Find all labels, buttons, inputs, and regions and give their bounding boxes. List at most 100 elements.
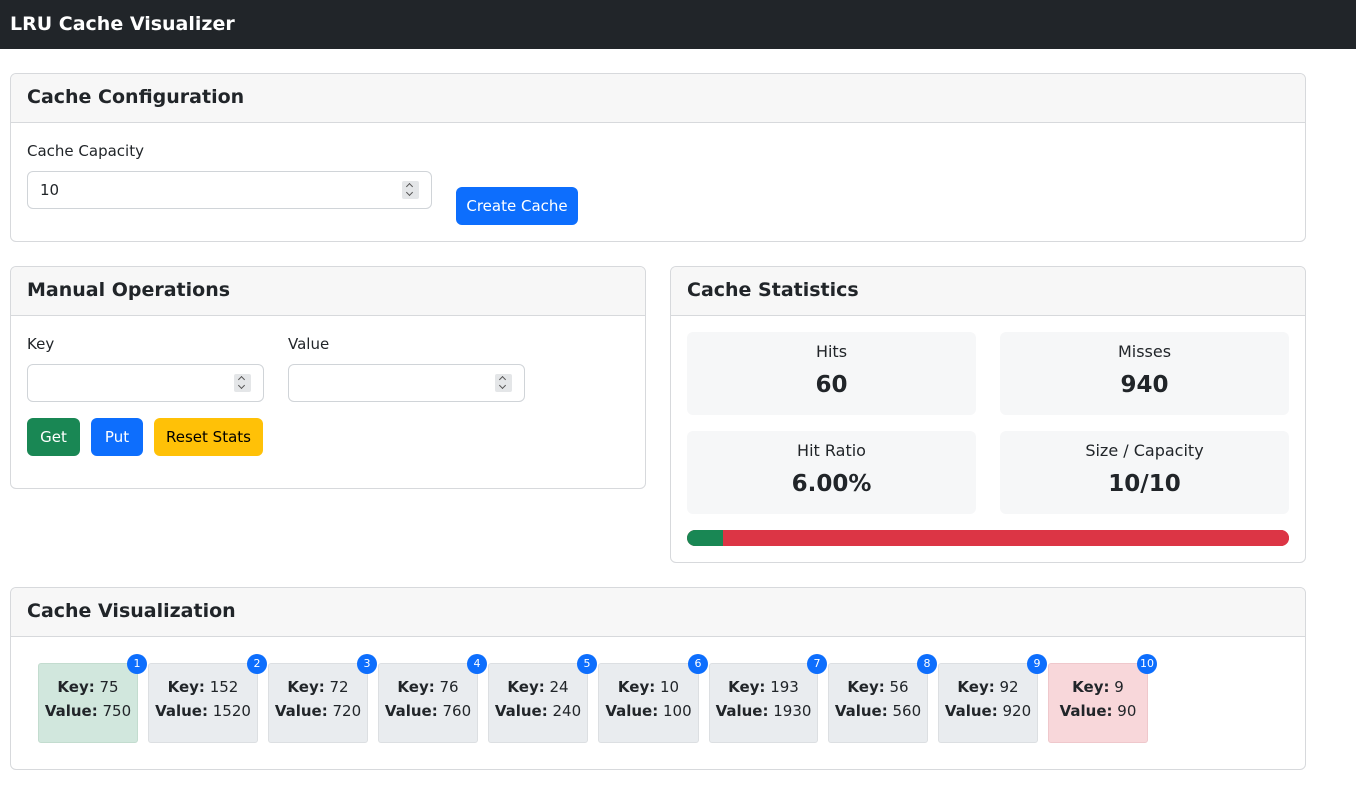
cache-node: 4 Key: 76 Value: 760 xyxy=(378,654,487,743)
node-value-line: Value: 920 xyxy=(939,702,1037,720)
node-key-line: Key: 9 xyxy=(1049,678,1147,696)
node-value-label: Value: xyxy=(44,702,98,720)
hit-ratio-label: Hit Ratio xyxy=(797,441,866,460)
node-value-label: Value: xyxy=(715,702,769,720)
node-key-line: Key: 75 xyxy=(39,678,137,696)
cache-node: 3 Key: 72 Value: 720 xyxy=(268,654,377,743)
cache-capacity-input[interactable]: 10 xyxy=(27,171,432,209)
cache-node: 2 Key: 152 Value: 1520 xyxy=(148,654,267,743)
node-value-value: 920 xyxy=(1002,702,1032,720)
node-value-label: Value: xyxy=(274,702,328,720)
create-cache-button[interactable]: Create Cache xyxy=(456,187,578,225)
node-key-value: 56 xyxy=(889,678,909,696)
node-key-value: 193 xyxy=(770,678,799,696)
cache-node: 10 Key: 9 Value: 90 xyxy=(1048,654,1157,743)
node-position-badge: 10 xyxy=(1137,654,1157,674)
node-key-label: Key: xyxy=(167,678,205,696)
node-position-badge: 3 xyxy=(357,654,377,674)
value-input[interactable] xyxy=(288,364,525,402)
node-value-label: Value: xyxy=(944,702,998,720)
node-key-label: Key: xyxy=(847,678,885,696)
cache-capacity-label: Cache Capacity xyxy=(27,142,144,160)
cache-statistics-header: Cache Statistics xyxy=(671,267,1305,316)
node-key-label: Key: xyxy=(507,678,545,696)
node-value-value: 1930 xyxy=(773,702,812,720)
node-key-label: Key: xyxy=(287,678,325,696)
node-key-label: Key: xyxy=(957,678,995,696)
node-value-line: Value: 760 xyxy=(379,702,477,720)
node-key-line: Key: 152 xyxy=(149,678,257,696)
node-key-line: Key: 10 xyxy=(599,678,698,696)
node-key-line: Key: 193 xyxy=(710,678,817,696)
key-spinner-icon[interactable] xyxy=(234,374,251,392)
node-key-value: 10 xyxy=(660,678,680,696)
node-value-line: Value: 720 xyxy=(269,702,367,720)
node-value-value: 90 xyxy=(1117,702,1137,720)
cache-visualization-header: Cache Visualization xyxy=(11,588,1305,637)
node-position-badge: 1 xyxy=(127,654,147,674)
size-capacity-label: Size / Capacity xyxy=(1085,441,1204,460)
cache-node: 5 Key: 24 Value: 240 xyxy=(488,654,597,743)
key-label: Key xyxy=(27,335,55,353)
misses-stat: Misses 940 xyxy=(1000,332,1289,415)
get-button[interactable]: Get xyxy=(27,418,80,456)
node-value-label: Value: xyxy=(834,702,888,720)
value-spinner-icon[interactable] xyxy=(495,374,512,392)
cache-configuration-card: Cache Configuration Cache Capacity 10 Cr… xyxy=(10,73,1306,242)
node-value-value: 760 xyxy=(442,702,472,720)
node-value-value: 560 xyxy=(892,702,922,720)
node-key-value: 72 xyxy=(329,678,349,696)
value-label: Value xyxy=(288,335,330,353)
node-value-label: Value: xyxy=(1059,702,1113,720)
node-position-badge: 7 xyxy=(807,654,827,674)
cache-configuration-header: Cache Configuration xyxy=(11,74,1305,123)
node-value-label: Value: xyxy=(605,702,659,720)
key-input[interactable] xyxy=(27,364,264,402)
node-key-label: Key: xyxy=(397,678,435,696)
hit-ratio-stat: Hit Ratio 6.00% xyxy=(687,431,976,514)
node-key-line: Key: 24 xyxy=(489,678,587,696)
cache-capacity-value: 10 xyxy=(40,181,60,199)
size-capacity-stat: Size / Capacity 10/10 xyxy=(1000,431,1289,514)
node-value-line: Value: 1520 xyxy=(149,702,257,720)
misses-value: 940 xyxy=(1120,372,1169,398)
node-key-label: Key: xyxy=(1072,678,1110,696)
misses-label: Misses xyxy=(1117,342,1172,361)
manual-operations-header: Manual Operations xyxy=(11,267,645,316)
node-key-line: Key: 56 xyxy=(829,678,927,696)
node-value-label: Value: xyxy=(155,702,208,720)
hits-value: 60 xyxy=(815,372,848,398)
size-capacity-value: 10/10 xyxy=(1108,471,1181,497)
node-position-badge: 5 xyxy=(577,654,597,674)
put-button[interactable]: Put xyxy=(91,418,143,456)
cache-visualization-card: Cache Visualization 1 Key: 75 Value: 750 2 K… xyxy=(10,587,1306,770)
node-value-line: Value: 90 xyxy=(1049,702,1147,720)
node-key-value: 92 xyxy=(999,678,1019,696)
cache-statistics-card: Cache Statistics Hits 60 Misses 940 Hit … xyxy=(670,266,1306,563)
node-key-value: 75 xyxy=(99,678,119,696)
node-value-label: Value: xyxy=(494,702,548,720)
manual-operations-card: Manual Operations Key Value Get Put Rese… xyxy=(10,266,646,489)
hit-ratio-value: 6.00% xyxy=(791,471,872,497)
node-key-label: Key: xyxy=(57,678,95,696)
node-value-label: Value: xyxy=(384,702,438,720)
node-value-line: Value: 100 xyxy=(599,702,698,720)
node-key-line: Key: 76 xyxy=(379,678,477,696)
node-key-value: 9 xyxy=(1114,678,1124,696)
node-position-badge: 8 xyxy=(917,654,937,674)
node-key-line: Key: 72 xyxy=(269,678,367,696)
miss-progress-segment xyxy=(723,530,1289,546)
hit-progress-segment xyxy=(687,530,723,546)
node-value-line: Value: 750 xyxy=(39,702,137,720)
node-value-line: Value: 560 xyxy=(829,702,927,720)
cache-node: 1 Key: 75 Value: 750 xyxy=(38,654,147,743)
node-key-value: 24 xyxy=(549,678,569,696)
capacity-spinner-icon[interactable] xyxy=(402,181,419,199)
hit-miss-progress-bar xyxy=(687,530,1289,546)
node-position-badge: 2 xyxy=(247,654,267,674)
cache-node: 7 Key: 193 Value: 1930 xyxy=(709,654,827,743)
app-title: LRU Cache Visualizer xyxy=(10,13,235,35)
reset-stats-button[interactable]: Reset Stats xyxy=(154,418,263,456)
hits-stat: Hits 60 xyxy=(687,332,976,415)
cache-node: 9 Key: 92 Value: 920 xyxy=(938,654,1047,743)
